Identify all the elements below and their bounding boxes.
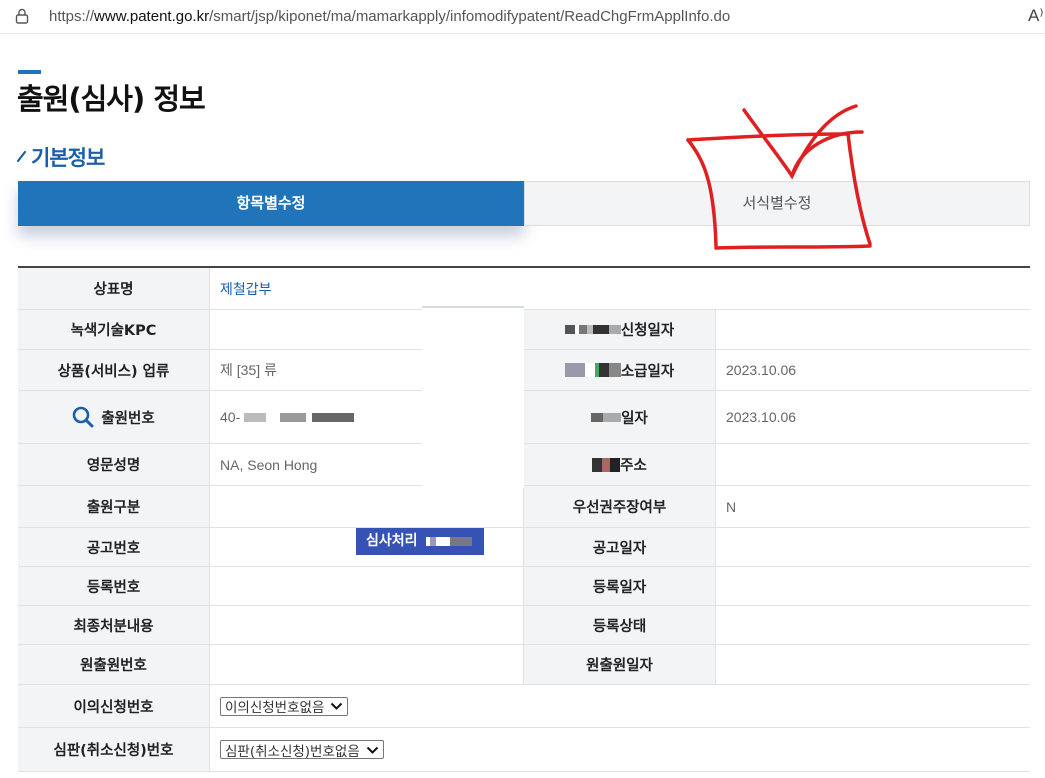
tab-form-edit[interactable]: 서식별수정 (524, 181, 1030, 226)
pencil-mark-icon (17, 150, 27, 162)
chevron-down-icon (366, 746, 378, 754)
app-type-label: 출원구분 (18, 486, 210, 527)
opposition-select[interactable]: 이의신청번호없음 (220, 696, 349, 716)
table-row: 원출원번호 원출원일자 (18, 645, 1030, 685)
reader-mode-icon[interactable]: A⁾ (1028, 6, 1044, 26)
trial-select[interactable]: 심판(취소신청)번호없음 (220, 740, 384, 760)
english-name-label: 영문성명 (18, 444, 210, 485)
request-date-label-cell: 신청일자 (523, 310, 716, 349)
url-text[interactable]: https://www.patent.go.kr/smart/jsp/kipon… (49, 8, 730, 25)
orig-app-number-label: 원출원번호 (18, 645, 210, 684)
table-row: 출원번호 40- 심사처리 일자 2023.10.06 (18, 391, 1030, 555)
goods-class-label: 상품(서비스) 업류 (18, 350, 210, 390)
priority-value: N (726, 498, 737, 515)
address-label-cell: 주소 (523, 444, 716, 485)
table-row: 이의신청번호 이의신청번호없음 (18, 685, 1030, 728)
orig-app-date-label: 원출원일자 (523, 645, 716, 684)
trial-label: 심판(취소신청)번호 (18, 728, 210, 771)
section-title: 기본정보 (31, 146, 105, 170)
table-row: 영문성명 NA, Seon Hong 주소 (18, 444, 1030, 486)
redacted-text (564, 325, 621, 334)
app-number-value: 40- (220, 409, 241, 425)
title-accent-bar (18, 70, 41, 74)
green-kpc-label: 녹색기술KPC (18, 310, 210, 349)
table-row: 상표명 제철갑부 (18, 268, 1030, 310)
table-row: 공고번호 공고일자 (18, 528, 1030, 567)
trademark-name-value[interactable]: 제철갑부 (220, 268, 520, 309)
address-label: 주소 (620, 458, 647, 474)
pub-number-label: 공고번호 (18, 528, 210, 566)
red-annotation-scribble (686, 104, 872, 250)
reg-status-label: 등록상태 (523, 606, 716, 644)
lock-icon (15, 8, 29, 24)
app-number-label: 출원번호 (101, 410, 155, 427)
redacted-text (591, 412, 622, 422)
app-number-label-cell: 출원번호 (18, 391, 210, 443)
opposition-select-cell: 이의신청번호없음 (220, 685, 520, 727)
info-table: 상표명 제철갑부 녹색기술KPC 신청일자 상품(서비스) 업류 제 [35] … (18, 266, 1030, 772)
pub-date-label: 공고일자 (523, 528, 716, 566)
table-row: 최종처분내용 등록상태 (18, 606, 1030, 645)
date-value: 2023.10.06 (726, 409, 797, 425)
tab-item-edit[interactable]: 항목별수정 (18, 181, 524, 226)
redacted-text (564, 363, 621, 377)
table-row: 출원구분 우선권주장여부 N (18, 486, 1030, 528)
trial-select-cell: 심판(취소신청)번호없음 (220, 728, 520, 771)
priority-label: 우선권주장여부 (523, 486, 716, 527)
chevron-down-icon (331, 702, 343, 710)
opposition-select-value: 이의신청번호없음 (225, 700, 325, 716)
date-label: 일자 (621, 410, 648, 427)
page-title: 출원(심사) 정보 (17, 82, 206, 116)
opposition-label: 이의신청번호 (18, 685, 210, 727)
reg-date-label: 등록일자 (523, 567, 716, 605)
retro-date-value: 2023.10.06 (726, 362, 797, 378)
search-icon[interactable] (72, 406, 94, 428)
request-date-label: 신청일자 (620, 323, 675, 339)
retro-date-label: 소급일자 (620, 363, 675, 380)
final-disposition-label: 최종처분내용 (18, 606, 210, 644)
retro-date-label-cell: 소급일자 (523, 350, 716, 390)
table-row: 등록번호 등록일자 (18, 567, 1030, 606)
redacted-text (592, 457, 621, 472)
table-row: 녹색기술KPC 신청일자 (18, 310, 1030, 350)
reg-number-label: 등록번호 (18, 567, 210, 605)
trademark-name-label: 상표명 (18, 268, 210, 309)
table-row: 상품(서비스) 업류 제 [35] 류 소급일자 2023.10.06 (18, 350, 1030, 391)
redacted-text (244, 412, 355, 422)
masked-area (422, 306, 524, 488)
table-row: 심판(취소신청)번호 심판(취소신청)번호없음 (18, 728, 1030, 772)
trial-select-value: 심판(취소신청)번호없음 (225, 743, 360, 760)
date-label-cell: 일자 (523, 391, 716, 443)
address-bar[interactable]: https://www.patent.go.kr/smart/jsp/kipon… (0, 0, 1045, 34)
